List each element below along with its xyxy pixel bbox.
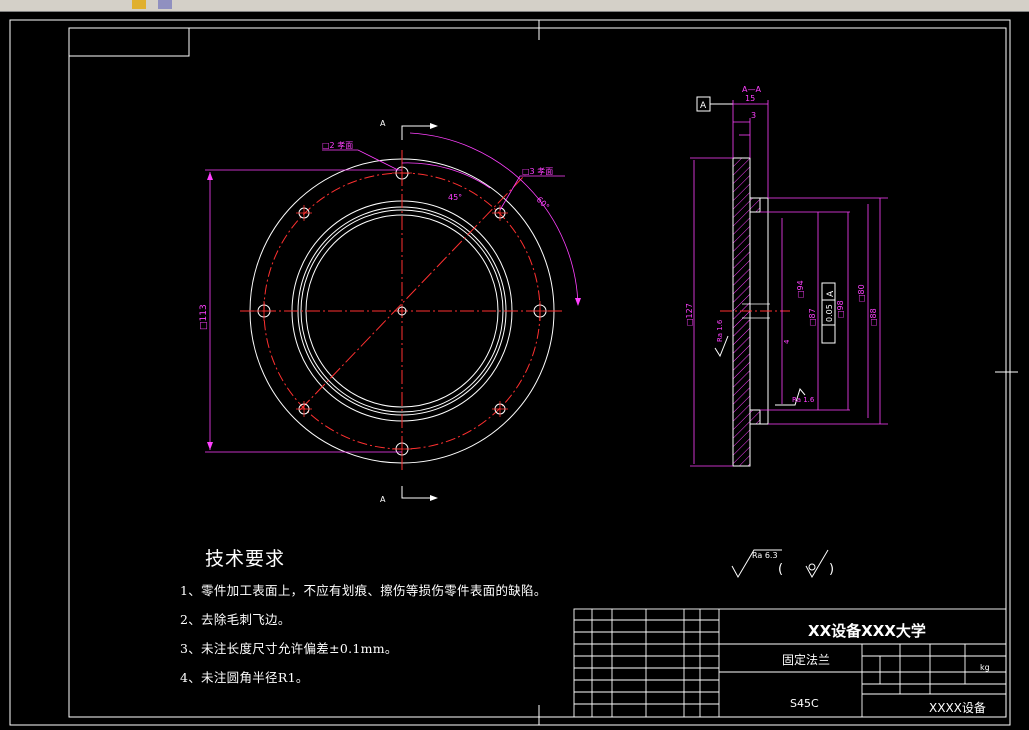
title-block-part-name: 固定法兰 (782, 653, 831, 667)
tech-requirement-2: 2、去除毛刺飞边。 (180, 612, 291, 627)
dim-88: □88 (869, 308, 878, 326)
dim-diameter-113: □113 (199, 304, 209, 330)
tolerance-datum: A (826, 290, 836, 297)
title-block-company: XXXX设备 (929, 701, 986, 715)
hub-section-top (749, 197, 761, 213)
roughness-left: Ra 1.6 (716, 319, 724, 342)
surface-finish-label: Ra 6.3 (752, 551, 778, 560)
angle-label-45: 45° (448, 193, 462, 202)
flange-plate-section (732, 157, 751, 467)
title-block-unit: kg (980, 663, 990, 672)
dim-left-127: □127 (685, 303, 694, 326)
angle-arc-45 (401, 162, 491, 189)
dim-98: □98 (836, 300, 845, 318)
section-label: A—A (742, 85, 761, 94)
tech-requirement-4: 4、未注圆角半径R1。 (180, 670, 309, 685)
title-block-material: S45C (790, 697, 819, 710)
angle-arc-60 (409, 132, 579, 306)
dim-4: 4 (783, 339, 791, 344)
section-mark-top: A (380, 119, 386, 128)
dim-top-3: 3 (751, 111, 756, 120)
title-block-school: XX设备XXX大学 (808, 622, 926, 640)
dim-bore-87: □87 (808, 308, 817, 326)
dim-top-15: 15 (745, 94, 755, 103)
tech-requirement-1: 1、零件加工表面上，不应有划痕、擦伤等损伤零件表面的缺陷。 (180, 583, 547, 598)
front-view: A A □113 45° 60° □2 孝面 □3 孝面 (199, 119, 581, 504)
tech-requirement-3: 3、未注长度尺寸允许偏差±0.1mm。 (180, 641, 398, 656)
dim-bore-94: □94 (796, 280, 805, 298)
datum-label: A (700, 101, 707, 111)
roughness-right: Ra 1.6 (792, 396, 815, 404)
surface-finish-paren-close: ) (829, 562, 834, 577)
hub-section-bottom (749, 409, 761, 425)
surface-finish-paren-open: ( (778, 562, 783, 577)
section-mark-bottom: A (380, 495, 386, 504)
hole-leader-right (499, 175, 565, 211)
section-view: A A—A 15 3 □127 □94 □87 □98 □80 □88 0.05… (685, 85, 888, 467)
hole-note-left: □2 孝面 (322, 141, 353, 150)
tech-requirements-title: 技术要求 (205, 548, 286, 570)
tolerance-value: 0.05 (825, 304, 834, 322)
dim-80: □80 (857, 284, 866, 302)
hole-note-right: □3 孝面 (522, 167, 553, 176)
